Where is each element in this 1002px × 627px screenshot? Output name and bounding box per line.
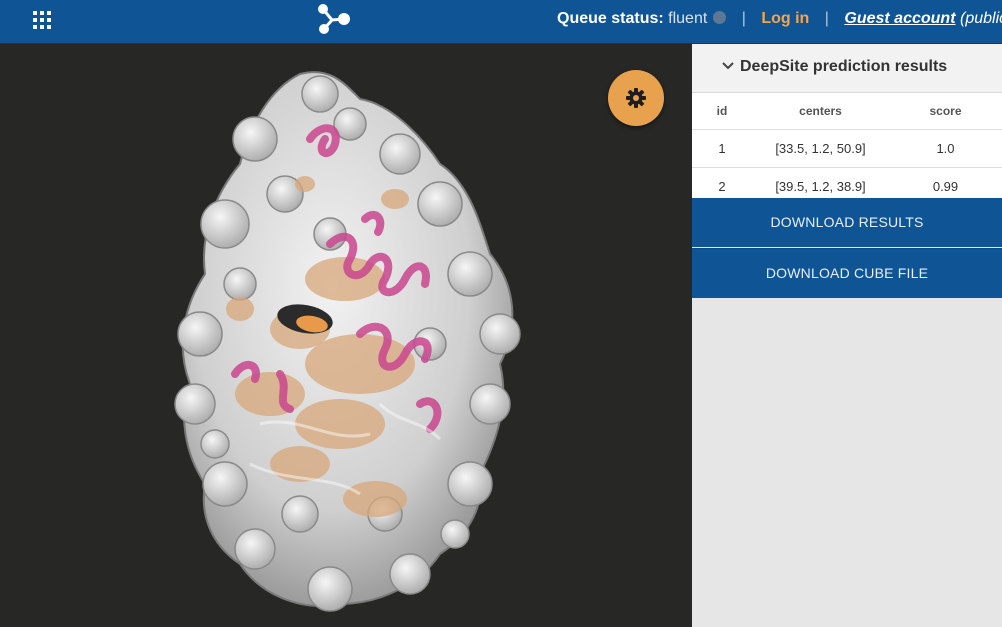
download-cube-file-button[interactable]: DOWNLOAD CUBE FILE [692,248,1002,298]
table-row[interactable]: 1 [33.5, 1.2, 50.9] 1.0 [692,129,1002,168]
results-panel-header[interactable]: DeepSite prediction results [692,44,1002,93]
column-header-id[interactable]: id [692,93,752,130]
guest-note: (public data [959,10,1002,27]
cell-score: 1.0 [889,129,1002,168]
column-header-centers[interactable]: centers [752,93,889,130]
divider: | [824,10,829,27]
cell-centers: [33.5, 1.2, 50.9] [752,129,889,168]
table-header-row: id centers score [692,93,1002,130]
divider: | [741,10,746,27]
status-dot-icon [713,11,727,24]
chevron-down-icon[interactable] [722,61,734,70]
top-bar: Queue status: fluent | Log in | Guest ac… [0,0,1002,44]
results-panel: DeepSite prediction results id centers s… [692,44,1002,627]
column-header-score[interactable]: score [889,93,1002,130]
cell-id: 1 [692,129,752,168]
molecule-viewer[interactable] [0,44,692,627]
login-link[interactable]: Log in [761,10,809,27]
guest-account-link[interactable]: Guest account [844,10,955,27]
apps-grid-icon[interactable] [33,11,51,29]
settings-button[interactable] [608,70,664,126]
queue-status-label: Queue status [557,10,659,27]
panel-title: DeepSite prediction results [740,58,948,75]
gear-icon [626,88,646,108]
protein-surface-render[interactable] [0,44,692,627]
molecule-logo-icon[interactable] [314,2,352,36]
queue-status-value: fluent [668,10,708,27]
results-table: id centers score 1 [33.5, 1.2, 50.9] 1.0… [692,93,1002,206]
download-results-button[interactable]: DOWNLOAD RESULTS [692,198,1002,247]
queue-status: Queue status: fluent | Log in | Guest ac… [557,9,1002,29]
